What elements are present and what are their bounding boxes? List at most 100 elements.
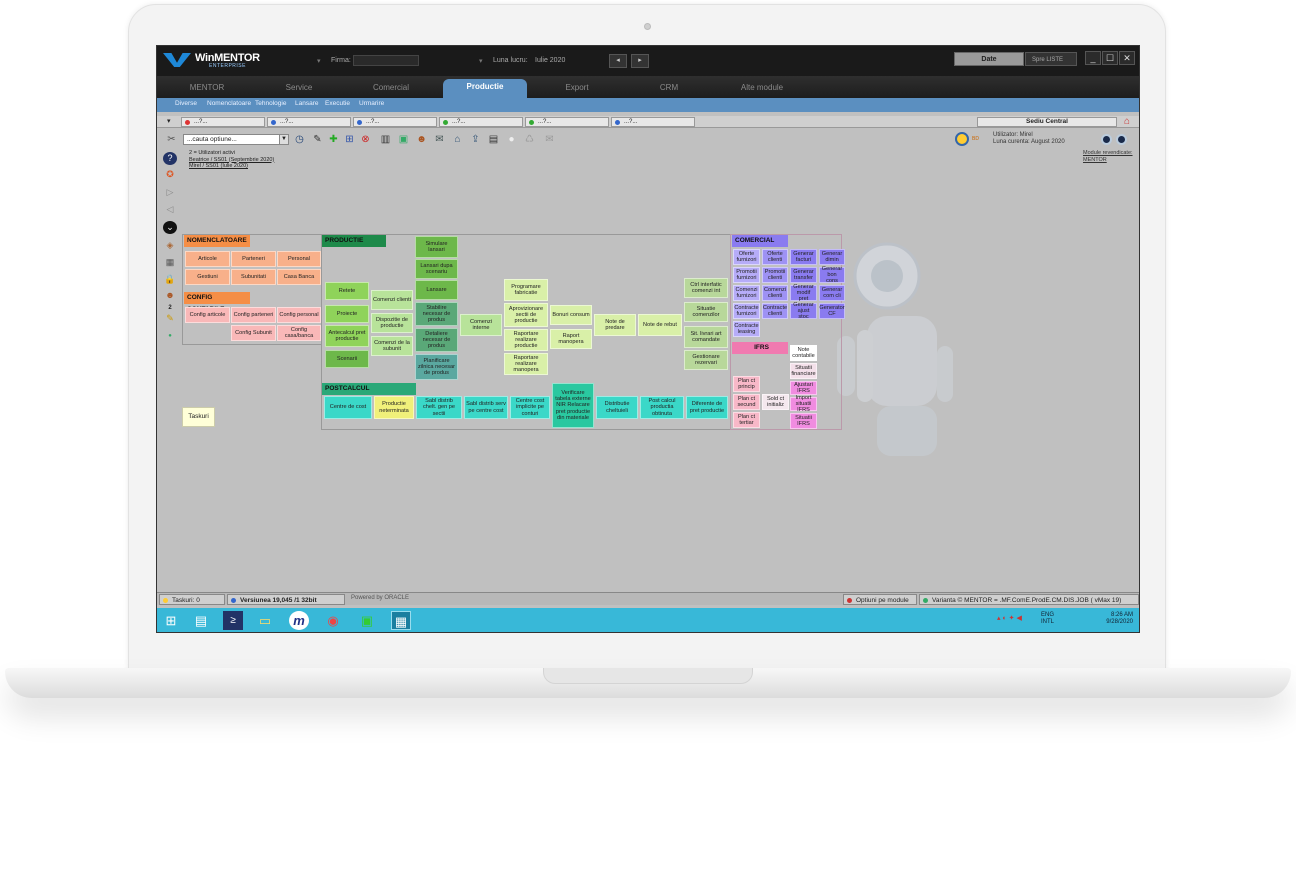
menu-alte-module[interactable]: Alte module <box>727 76 797 98</box>
module-revendicate-value[interactable]: MENTOR <box>1083 157 1133 164</box>
comenzi-interne-button[interactable]: Comenzi interne <box>460 314 502 336</box>
promotii-clienti-button[interactable]: Promotii clienti <box>762 267 788 283</box>
users-icon[interactable]: ☻ <box>163 289 177 302</box>
edit-icon[interactable]: ✎ <box>311 133 324 146</box>
generar-com-cli-button[interactable]: Generar com cli <box>819 285 845 301</box>
language-label[interactable]: ENG <box>1041 612 1054 619</box>
generar-facturi-button[interactable]: Generar facturi <box>790 249 817 265</box>
home-icon[interactable]: ⌂ <box>1119 116 1135 128</box>
tabs-menu-icon[interactable]: ▾ <box>167 117 171 125</box>
minimize-button[interactable]: _ <box>1085 51 1101 65</box>
productie-neterminata-button[interactable]: Productie neterminata <box>374 396 414 419</box>
raport-manopera-button[interactable]: Raport manopera <box>550 329 592 349</box>
generar-modif-pret-button[interactable]: Generar modif pret <box>790 284 817 302</box>
help-icon[interactable]: ? <box>163 152 177 165</box>
lock-icon[interactable]: 🔒 <box>163 273 177 286</box>
calculator-icon[interactable]: ▤ <box>487 133 500 146</box>
comenzi-subunit-button[interactable]: Comenzi de la subunit <box>371 336 413 356</box>
ctrl-interfatic-button[interactable]: Ctrl interfatic comenzi int <box>684 278 728 298</box>
personal-button[interactable]: Personal <box>277 251 321 267</box>
spre-liste-button[interactable]: Spre LISTE <box>1025 52 1077 66</box>
dropdown-arrow-icon[interactable]: ▾ <box>317 57 321 65</box>
lansare-button[interactable]: Lansare <box>415 280 458 300</box>
layers-icon[interactable]: ◈ <box>163 239 177 252</box>
grid-icon[interactable]: ⊞ <box>343 133 356 146</box>
situatii-financiare-button[interactable]: Situatii financiare <box>790 363 817 379</box>
plan-ct-princip-button[interactable]: Plan ct princip <box>733 376 760 392</box>
lansari-scenariu-button[interactable]: Lansari dupa scenariu <box>415 259 458 279</box>
simulare-lansari-button[interactable]: Simulare lansari <box>415 236 458 258</box>
chevron-down-icon[interactable]: ⌄ <box>163 221 177 234</box>
generar-bon-cons-button[interactable]: Generar bon cons <box>819 266 845 284</box>
layout-label[interactable]: INTL <box>1041 619 1054 626</box>
config-subunit-button[interactable]: Config Subunit <box>231 325 276 341</box>
tools-icon[interactable]: ✂ <box>165 133 178 146</box>
users-icon[interactable]: ☻ <box>415 133 428 146</box>
centre-cost-button[interactable]: Centre de cost <box>324 396 372 419</box>
config-casa-banca-button[interactable]: Config casa/banca <box>277 325 321 341</box>
doc-tab[interactable]: ...?... <box>611 117 695 127</box>
ajustari-ifrs-button[interactable]: Ajustari IFRS <box>790 381 817 395</box>
detaliere-necesar-button[interactable]: Detaliere necesar de produs <box>415 328 458 352</box>
note-predare-button[interactable]: Note de predare <box>594 314 636 336</box>
submenu-tehnologie[interactable]: Tehnologie <box>255 100 286 107</box>
generar-transfer-button[interactable]: Generar transfer <box>790 267 817 283</box>
verificare-tabela-button[interactable]: Verificare tabela externe NIR Relacare p… <box>552 383 594 428</box>
dispozitie-productie-button[interactable]: Dispozitie de productie <box>371 313 413 333</box>
gestiuni-button[interactable]: Gestiuni <box>185 269 230 285</box>
lifebuoy-icon[interactable]: ✪ <box>163 168 177 181</box>
retete-button[interactable]: Retete <box>325 282 369 300</box>
contracte-furnizori-button[interactable]: Contracte furnizori <box>733 303 760 319</box>
cancel-icon[interactable]: ⊗ <box>359 133 372 146</box>
oferte-furnizori-button[interactable]: Oferte furnizori <box>733 249 760 265</box>
config-parteneri-button[interactable]: Config parteneri <box>231 307 276 323</box>
centre-cost-implicite-button[interactable]: Centre cost implicite pe conturi <box>510 396 550 419</box>
house-icon[interactable]: ⌂ <box>451 133 464 146</box>
bulb-icon[interactable]: ● <box>505 133 518 146</box>
recycle-icon[interactable]: ♺ <box>523 133 536 146</box>
mentor-icon[interactable]: m <box>289 611 309 630</box>
add-icon[interactable]: ✚ <box>327 133 340 146</box>
note-rebut-button[interactable]: Note de rebut <box>638 314 682 336</box>
plan-ct-tertiar-button[interactable]: Plan ct tertiar <box>733 412 760 428</box>
close-button[interactable]: ✕ <box>1119 51 1135 65</box>
app-icon[interactable]: ▣ <box>357 611 377 630</box>
menu-export[interactable]: Export <box>547 76 607 98</box>
doc-tab[interactable]: ...?... <box>181 117 265 127</box>
submenu-nomenclatoare[interactable]: Nomenclatoare <box>207 100 251 107</box>
prev-month-button[interactable]: ◂ <box>609 54 627 68</box>
oferte-clienti-button[interactable]: Oferte clienti <box>762 249 788 265</box>
proiecte-button[interactable]: Proiecte <box>325 305 369 323</box>
sediu-selector[interactable]: Sediu Central <box>977 117 1117 127</box>
doc-tab[interactable]: ...?... <box>267 117 351 127</box>
generar-ajust-stoc-button[interactable]: Generar ajust stoc <box>790 302 817 320</box>
raportare-productie-button[interactable]: Raportare realizare productie <box>504 329 548 351</box>
taskuri-note[interactable]: Taskuri <box>182 407 215 427</box>
pencil-icon[interactable]: ✎ <box>163 312 177 325</box>
menu-crm[interactable]: CRM <box>639 76 699 98</box>
nav-prev-icon[interactable] <box>1101 134 1112 145</box>
nav-next-icon[interactable] <box>1116 134 1127 145</box>
next-month-button[interactable]: ▸ <box>631 54 649 68</box>
doc-tab[interactable]: ...?... <box>439 117 523 127</box>
clock[interactable]: 8:26 AM 9/28/2020 <box>1099 612 1133 626</box>
date-button[interactable]: Date <box>954 52 1024 66</box>
antecalcul-button[interactable]: Antecalcul pret productie <box>325 325 369 347</box>
table-icon[interactable]: ▦ <box>163 256 177 269</box>
comenzi-furnizori-button[interactable]: Comenzi furnizori <box>733 285 760 301</box>
diferente-pret-button[interactable]: Diferente de pret productie <box>686 396 728 419</box>
submenu-lansare[interactable]: Lansare <box>295 100 319 107</box>
sabl-distrib-serv-button[interactable]: Sabl distrib serv pe centre cost <box>464 396 508 419</box>
contracte-clienti-button[interactable]: Contracte clienti <box>762 303 788 319</box>
promotii-furnizori-button[interactable]: Promotii furnizori <box>733 267 760 283</box>
planificare-zilnica-button[interactable]: Planificare zilnica necesar de produs <box>415 354 458 380</box>
sold-ct-initializ-button[interactable]: Sold ct initializ <box>762 394 789 410</box>
folder-icon[interactable]: ▭ <box>255 611 275 630</box>
export-icon[interactable]: ⇪ <box>469 133 482 146</box>
plan-ct-secund-button[interactable]: Plan ct secund <box>733 394 760 410</box>
winmentor-taskbar-icon[interactable]: ▦ <box>391 611 411 630</box>
comenzi-clienti-button[interactable]: Comenzi clienti <box>371 290 413 310</box>
note-contabile-button[interactable]: Note contabile <box>790 345 817 361</box>
programare-fabricatie-button[interactable]: Programare fabricatie <box>504 279 548 301</box>
situatii-ifrs-button[interactable]: Situatii IFRS <box>790 413 817 429</box>
